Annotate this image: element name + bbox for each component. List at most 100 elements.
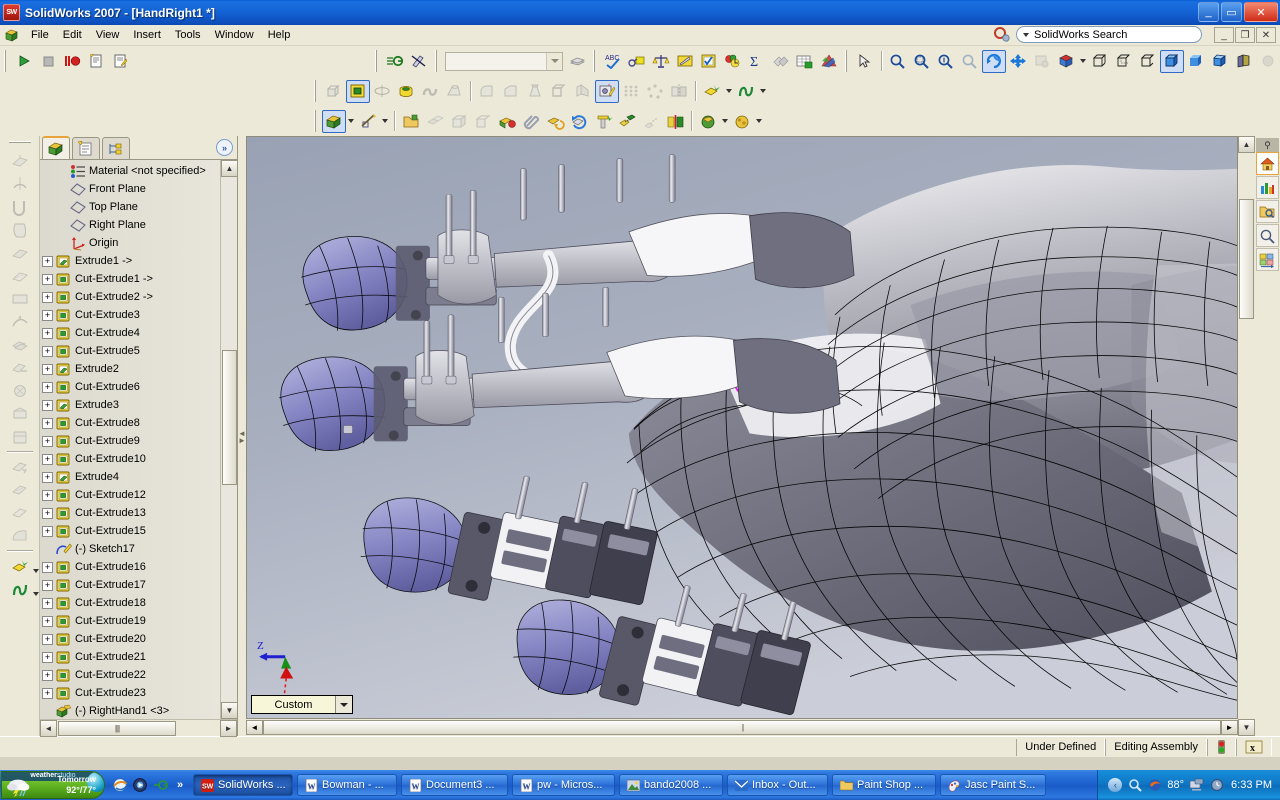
swept-surface-button[interactable] (7, 195, 33, 218)
feature-tree-item[interactable]: +Cut-Extrude21 (40, 648, 220, 666)
planar-surface-button[interactable] (7, 287, 33, 310)
ruled-surface-button[interactable] (7, 524, 33, 547)
taskbar-item-pw[interactable]: W pw - Micros... (512, 774, 615, 796)
file-explorer-button[interactable] (1256, 200, 1279, 223)
scroll-down-button[interactable]: ▼ (221, 702, 237, 719)
statistics-button[interactable] (721, 50, 745, 73)
surfaces-toolbar-grip[interactable] (9, 140, 31, 146)
zoom-selection-button[interactable] (958, 50, 982, 73)
shadows-button[interactable] (1256, 50, 1280, 73)
graphics-vertical-scrollbar[interactable]: ▲ ▼ (1238, 136, 1255, 736)
filled-surface-button[interactable] (7, 264, 33, 287)
maximize-button[interactable]: ▭ (1221, 2, 1242, 22)
zoom-in-out-button[interactable] (934, 50, 958, 73)
graphics-scroll-up-button[interactable]: ▲ (1238, 136, 1255, 153)
simulation-button[interactable] (730, 110, 754, 133)
feature-tree-item[interactable]: +Cut-Extrude12 (40, 486, 220, 504)
expand-toggle-icon[interactable]: + (42, 634, 53, 645)
untrim-surface-button[interactable] (7, 425, 33, 448)
graphics-vscroll-thumb[interactable] (1239, 199, 1254, 319)
reference-geometry-dropdown-arrow-icon[interactable] (724, 80, 734, 103)
tray-clock-icon[interactable] (1209, 778, 1224, 793)
configuration-combo-arrow-icon[interactable] (546, 53, 562, 70)
radiate-surface-button[interactable] (7, 333, 33, 356)
zoom-to-fit-button[interactable] (886, 50, 910, 73)
simulation-dropdown-arrow-icon[interactable] (754, 110, 764, 133)
measure-button[interactable] (625, 50, 649, 73)
expand-toggle-icon[interactable]: + (42, 400, 53, 411)
shell-button[interactable] (547, 80, 571, 103)
expand-toggle-icon[interactable]: + (42, 616, 53, 627)
task-pane-pin-icon[interactable]: ⚲ (1256, 138, 1279, 152)
perspective-button[interactable] (1208, 50, 1232, 73)
view-toolbar-grip[interactable] (844, 50, 850, 72)
traffic-light-status[interactable] (1207, 739, 1236, 756)
eval-toolbar-grip[interactable] (592, 50, 598, 72)
hscroll-left-button[interactable]: ◄ (40, 720, 57, 737)
menu-item-insert[interactable]: Insert (126, 27, 168, 43)
menu-item-file[interactable]: File (24, 27, 56, 43)
section-view-button[interactable] (1232, 50, 1256, 73)
close-indicator[interactable]: x (1236, 739, 1272, 756)
assembly-features-button[interactable] (696, 110, 720, 133)
expand-panel-button[interactable]: » (216, 139, 233, 156)
expand-toggle-icon[interactable]: + (42, 472, 53, 483)
edit-component-button[interactable] (471, 110, 495, 133)
zoom-to-area-button[interactable] (910, 50, 934, 73)
feature-manager-tab[interactable] (42, 136, 70, 159)
feature-tree-item[interactable]: +Cut-Extrude5 (40, 342, 220, 360)
config-toolbar-grip[interactable] (434, 50, 440, 72)
feature-tree-item[interactable]: +Cut-Extrude3 (40, 306, 220, 324)
hide-show-components-button[interactable] (423, 110, 447, 133)
hscroll-right-button[interactable]: ► (220, 720, 237, 737)
graphics-scroll-left-button[interactable]: ◄ (246, 720, 263, 735)
select-button[interactable] (853, 50, 877, 73)
feature-tree-item[interactable]: Top Plane (40, 198, 220, 216)
scroll-up-button[interactable]: ▲ (221, 160, 237, 177)
new-macro-button[interactable] (84, 50, 108, 73)
feature-tree-item[interactable]: +Cut-Extrude15 (40, 522, 220, 540)
mass-properties-button[interactable] (649, 50, 673, 73)
expand-toggle-icon[interactable]: + (42, 526, 53, 537)
exploded-view-button[interactable] (615, 110, 639, 133)
feature-tree-item[interactable]: +Extrude1 -> (40, 252, 220, 270)
configuration-stack-button[interactable] (565, 50, 589, 73)
shaded-button[interactable] (1184, 50, 1208, 73)
run-macro-button[interactable] (12, 50, 36, 73)
view-palette-button[interactable] (1256, 248, 1279, 271)
spell-check-button[interactable]: ABC (601, 50, 625, 73)
view-orientation-button[interactable] (1054, 50, 1078, 73)
assembly-toolbar-grip[interactable] (313, 110, 319, 132)
taskbar-item-document3[interactable]: W Document3 ... (401, 774, 508, 796)
menu-item-help[interactable]: Help (261, 27, 298, 43)
trim-surface-button[interactable] (7, 402, 33, 425)
expand-toggle-icon[interactable]: + (42, 454, 53, 465)
linear-pattern-button[interactable] (619, 80, 643, 103)
interference-detection-button[interactable] (663, 110, 687, 133)
features-toolbar-grip[interactable] (313, 80, 319, 102)
lofted-boss-button[interactable] (442, 80, 466, 103)
move-component-button[interactable] (543, 110, 567, 133)
interference-button[interactable] (769, 50, 793, 73)
expand-toggle-icon[interactable]: + (42, 652, 53, 663)
feature-tree-item[interactable]: +Cut-Extrude17 (40, 576, 220, 594)
lofted-surface-button[interactable] (7, 218, 33, 241)
taskbar-item-bando2008[interactable]: bando2008 ... (619, 774, 723, 796)
tray-firefox-icon[interactable] (1147, 778, 1162, 793)
rotate-view-button[interactable] (982, 50, 1006, 73)
boundary-surface-button[interactable] (7, 241, 33, 264)
section-properties-button[interactable] (673, 50, 697, 73)
replace-face-button[interactable] (7, 478, 33, 501)
reference-geometry-vertical-button[interactable] (7, 554, 33, 577)
weather-widget[interactable]: weatherstudio Tomorrow 92°/77° (1, 771, 105, 799)
shaded-display-dropdown-arrow-icon[interactable] (346, 110, 356, 133)
expand-toggle-icon[interactable]: + (42, 382, 53, 393)
feature-tree-item[interactable]: +Cut-Extrude1 -> (40, 270, 220, 288)
property-manager-tab[interactable] (72, 137, 100, 159)
feature-tree-item[interactable]: Front Plane (40, 180, 220, 198)
pause-macro-button[interactable] (60, 50, 84, 73)
close-button[interactable]: ✕ (1244, 2, 1278, 22)
media-player-quicklaunch[interactable] (131, 776, 149, 794)
configuration-manager-tab[interactable] (102, 137, 130, 159)
expand-toggle-icon[interactable]: + (42, 418, 53, 429)
